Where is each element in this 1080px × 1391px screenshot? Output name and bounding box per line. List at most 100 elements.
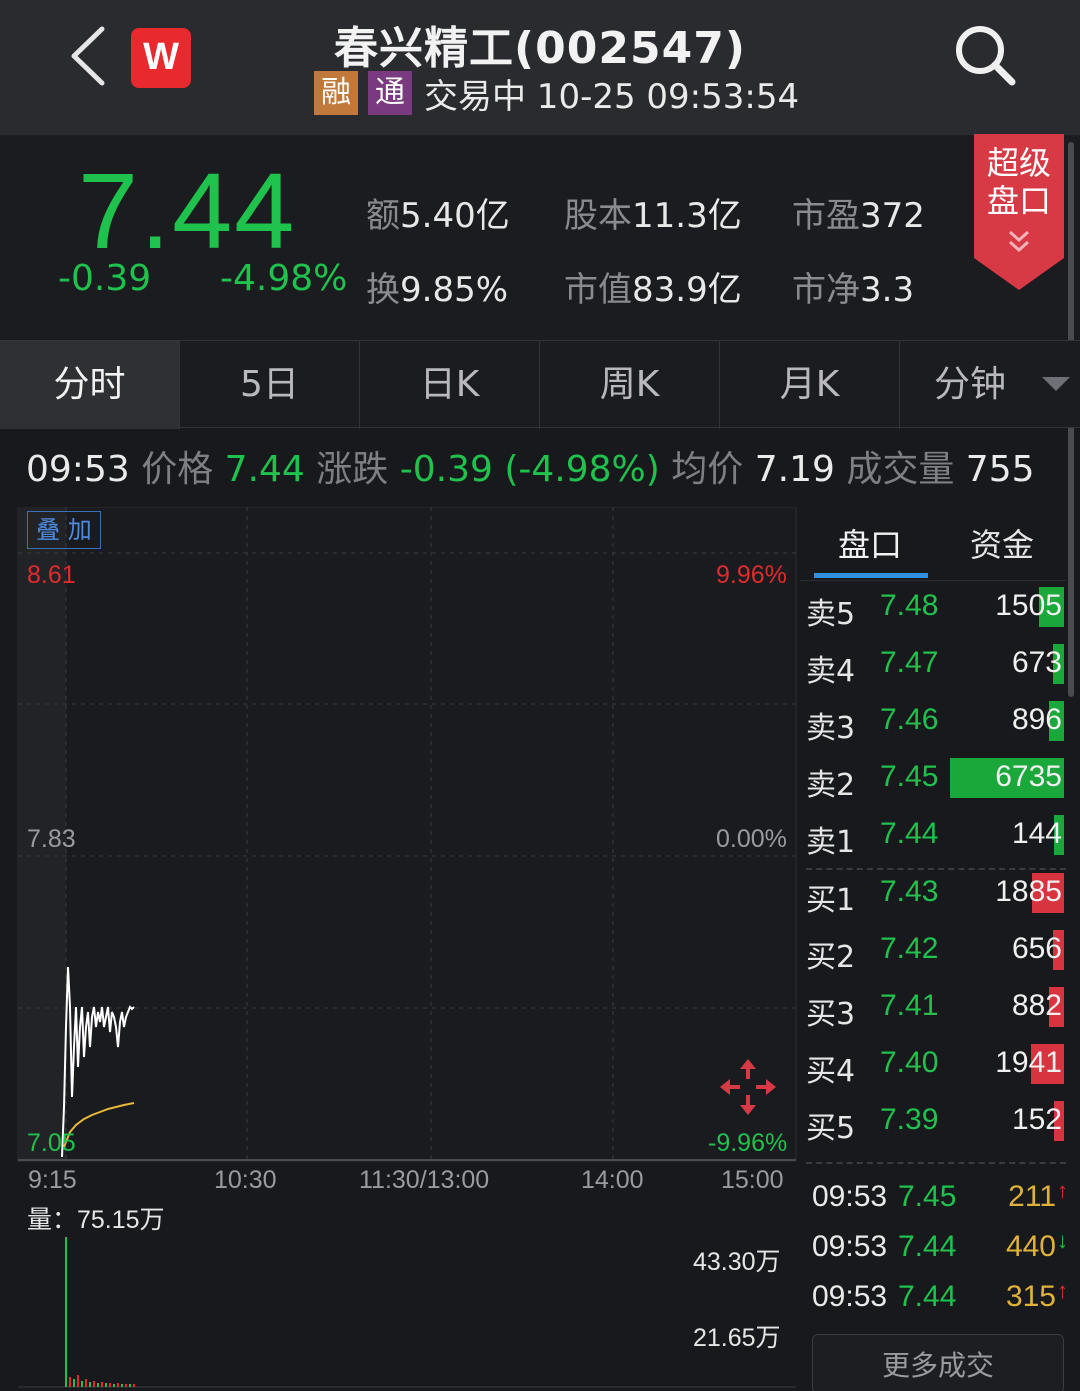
app-header: W 春兴精工(002547) 融 通 交易中 10-25 09:53:54 (0, 0, 1080, 135)
orderbook-tabs: 盘口 资金 (800, 520, 1070, 580)
tick-volume: 315 (1005, 1280, 1056, 1313)
volume-axis-low: 21.65万 (693, 1324, 781, 1352)
stat-turnover: 换9.85% (366, 270, 509, 310)
level-label: 买4 (806, 1054, 856, 1089)
stat-shares: 股本11.3亿 (564, 196, 742, 236)
ask-row[interactable]: 卖3 7.46 896 (806, 697, 1066, 747)
status-line: 融 通 交易中 10-25 09:53:54 (314, 70, 799, 117)
crosshair-info: 09:53 价格 7.44 涨跌 -0.39 (-4.98%) 均价 7.19 … (26, 449, 1035, 490)
tick-time: 09:53 (812, 1280, 888, 1313)
level-price: 7.40 (880, 1046, 939, 1079)
ask-row[interactable]: 卖2 7.45 6735 (806, 754, 1066, 804)
info-price: 7.44 (224, 449, 305, 490)
chart-period-tabs: 分时 5日 日K 周K 月K 分钟 (0, 340, 1080, 429)
overlay-button[interactable]: 叠 加 (27, 511, 101, 549)
level-volume: 1885 (995, 875, 1062, 908)
connect-tag: 通 (368, 71, 412, 115)
level-volume: 1505 (995, 589, 1062, 622)
level-price: 7.39 (880, 1103, 939, 1136)
pct-axis-mid: 0.00% (716, 825, 787, 853)
level-price: 7.48 (880, 589, 939, 622)
price-change: -0.39 (58, 258, 152, 299)
x-axis-label: 14:00 (581, 1166, 644, 1194)
ask-row[interactable]: 卖4 7.47 673 (806, 640, 1066, 690)
info-avg-price: 7.19 (754, 449, 835, 490)
bid-row[interactable]: 买2 7.42 656 (806, 926, 1066, 976)
pct-axis-top: 9.96% (716, 561, 787, 589)
trade-tick-row: 09:53 7.44 440 ↓ (812, 1226, 1070, 1270)
info-volume: 755 (965, 449, 1035, 490)
stock-title: 春兴精工(002547) (334, 23, 746, 74)
direction-arrow-icon: ↑ (1057, 1278, 1068, 1303)
stat-pb: 市净3.3 (792, 270, 915, 310)
volume-label: 量：75.15万 (27, 1206, 165, 1234)
info-change: -0.39 (-4.98%) (399, 449, 660, 490)
bid-row[interactable]: 买1 7.43 1885 (806, 869, 1066, 919)
tab-monthly-k[interactable]: 月K (720, 341, 900, 429)
direction-arrow-icon: ↑ (1057, 1178, 1068, 1203)
y-axis-mid: 7.83 (27, 825, 76, 853)
level-volume: 673 (1011, 646, 1062, 679)
x-axis-label: 11:30/13:00 (359, 1166, 490, 1194)
bid-row[interactable]: 买3 7.41 882 (806, 983, 1066, 1033)
level-label: 买5 (806, 1111, 856, 1146)
tab-5day[interactable]: 5日 (180, 341, 360, 429)
level-price: 7.41 (880, 989, 939, 1022)
tick-volume: 211 (1008, 1180, 1056, 1213)
ask-row[interactable]: 卖5 7.48 1505 (806, 583, 1066, 633)
tick-volume: 440 (1005, 1230, 1056, 1263)
level-volume: 656 (1011, 932, 1062, 965)
level-label: 卖4 (806, 654, 856, 689)
level-price: 7.46 (880, 703, 939, 736)
ask-row[interactable]: 卖1 7.44 144 (806, 811, 1066, 861)
tick-price: 7.44 (898, 1280, 957, 1313)
level-label: 买2 (806, 940, 856, 975)
y-axis-bottom: 7.05 (27, 1129, 76, 1157)
tab-weekly-k[interactable]: 周K (540, 341, 720, 429)
active-tab-indicator (814, 573, 928, 578)
info-time: 09:53 (26, 449, 130, 490)
direction-arrow-icon: ↓ (1057, 1228, 1068, 1253)
tick-time: 09:53 (812, 1180, 888, 1213)
level-price: 7.43 (880, 875, 939, 908)
stat-market-cap: 市值83.9亿 (564, 270, 742, 310)
level-label: 卖3 (806, 711, 856, 746)
current-price: 7.44 (78, 150, 297, 271)
tab-minute-label: 分钟 (933, 364, 1006, 405)
level-volume: 152 (1011, 1103, 1062, 1136)
more-trades-button[interactable]: 更多成交 (812, 1334, 1064, 1391)
level-volume: 1941 (995, 1046, 1062, 1079)
bid-row[interactable]: 买4 7.40 1941 (806, 1040, 1066, 1090)
tick-time: 09:53 (812, 1230, 888, 1263)
volume-axis-mid: 43.30万 (693, 1248, 781, 1276)
caret-down-icon (1042, 377, 1070, 391)
pct-axis-bottom: -9.96% (708, 1129, 788, 1157)
bid-row[interactable]: 买5 7.39 152 (806, 1097, 1066, 1147)
level-volume: 6735 (995, 760, 1062, 793)
level-label: 卖1 (806, 825, 856, 860)
tick-price: 7.44 (898, 1230, 957, 1263)
level-volume: 144 (1011, 817, 1062, 850)
tick-price: 7.45 (898, 1180, 957, 1213)
search-icon[interactable] (952, 22, 1018, 88)
level-price: 7.42 (880, 932, 939, 965)
level-volume: 882 (1011, 989, 1062, 1022)
tab-minute[interactable]: 分钟 (900, 341, 1080, 429)
super-badge-line1: 超级 (987, 144, 1051, 182)
x-axis-label: 10:30 (214, 1166, 277, 1194)
level-price: 7.44 (880, 817, 939, 850)
tab-daily-k[interactable]: 日K (360, 341, 540, 429)
tab-orderbook[interactable]: 盘口 (838, 520, 902, 566)
super-orderbook-button[interactable]: 超级 盘口 (974, 134, 1064, 290)
trade-tick-row: 09:53 7.44 315 ↑ (812, 1276, 1070, 1320)
level-volume: 896 (1011, 703, 1062, 736)
x-axis-label: 15:00 (721, 1166, 784, 1194)
tab-capital[interactable]: 资金 (970, 520, 1034, 566)
stat-pe: 市盈372 (792, 196, 925, 236)
intraday-chart[interactable] (0, 507, 800, 1391)
level-price: 7.45 (880, 760, 939, 793)
tab-intraday[interactable]: 分时 (0, 341, 180, 429)
level-label: 买3 (806, 997, 856, 1032)
stat-amount: 额5.40亿 (366, 196, 510, 236)
price-change-pct: -4.98% (220, 258, 348, 299)
